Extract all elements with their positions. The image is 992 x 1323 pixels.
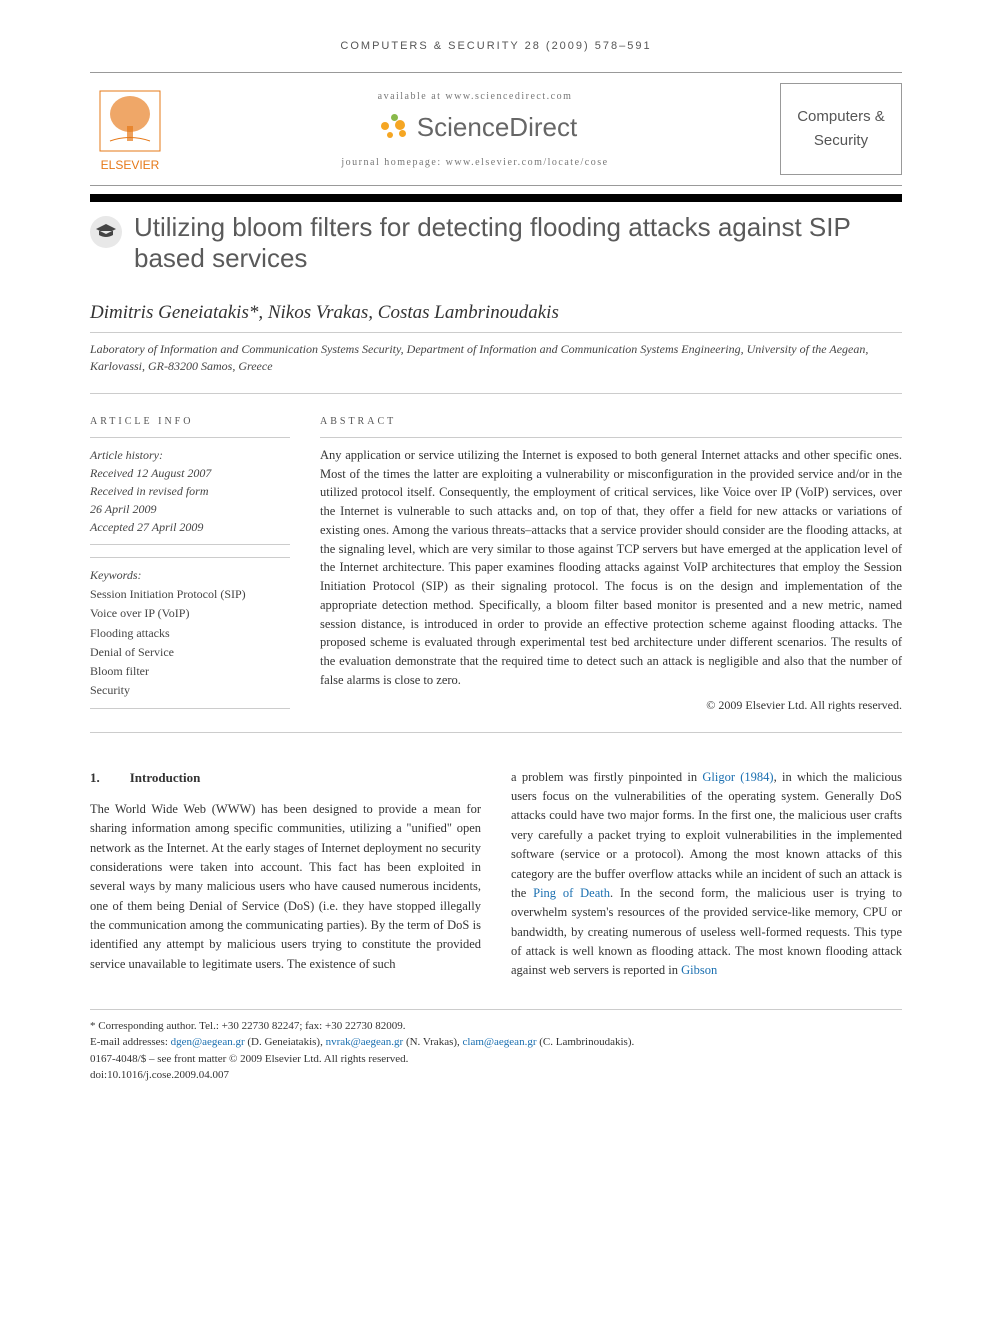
authors: Dimitris Geneiatakis*, Nikos Vrakas, Cos… — [90, 302, 902, 333]
reference-link[interactable]: Ping of Death — [533, 886, 610, 900]
abstract-column: ABSTRACT Any application or service util… — [320, 416, 902, 714]
article-info-heading: ARTICLE INFO — [90, 416, 290, 427]
elsevier-tree-icon — [95, 86, 165, 156]
keyword-item: Denial of Service — [90, 643, 290, 662]
revised-line1: Received in revised form — [90, 482, 290, 500]
email-link[interactable]: dgen@aegean.gr — [171, 1036, 245, 1048]
keyword-item: Voice over IP (VoIP) — [90, 604, 290, 623]
title-bar — [90, 194, 902, 202]
doi-line: doi:10.1016/j.cose.2009.04.007 — [90, 1067, 902, 1084]
email-link[interactable]: nvrak@aegean.gr — [326, 1036, 404, 1048]
keyword-item: Security — [90, 681, 290, 700]
keyword-item: Bloom filter — [90, 662, 290, 681]
keywords-block: Keywords: Session Initiation Protocol (S… — [90, 557, 290, 709]
journal-homepage: journal homepage: www.elsevier.com/locat… — [185, 157, 765, 168]
keyword-item: Flooding attacks — [90, 624, 290, 643]
running-head: computers & security 28 (2009) 578–591 — [90, 40, 902, 52]
revised-line2: 26 April 2009 — [90, 500, 290, 518]
email-link[interactable]: clam@aegean.gr — [463, 1036, 537, 1048]
article-info-column: ARTICLE INFO Article history: Received 1… — [90, 416, 290, 714]
affiliation: Laboratory of Information and Communicat… — [90, 341, 902, 394]
received-date: Received 12 August 2007 — [90, 464, 290, 482]
keyword-item: Session Initiation Protocol (SIP) — [90, 585, 290, 604]
keywords-label: Keywords: — [90, 566, 290, 585]
section-title: Introduction — [130, 770, 201, 785]
article-history: Article history: Received 12 August 2007… — [90, 437, 290, 545]
graduation-cap-icon — [90, 216, 122, 248]
email-addresses: E-mail addresses: dgen@aegean.gr (D. Gen… — [90, 1034, 902, 1051]
body-text: , in which the malicious users focus on … — [511, 770, 902, 900]
journal-header: ELSEVIER available at www.sciencedirect.… — [90, 72, 902, 186]
body-column-left: 1. Introduction The World Wide Web (WWW) … — [90, 768, 481, 981]
sciencedirect-icon — [373, 112, 411, 142]
body-text: a problem was firstly pinpointed in — [511, 770, 702, 784]
sciencedirect-brand: ScienceDirect — [185, 112, 765, 143]
availability-text: available at www.sciencedirect.com — [185, 91, 765, 102]
journal-title-box: Computers & Security — [780, 83, 902, 175]
history-label: Article history: — [90, 446, 290, 464]
section-number: 1. — [90, 770, 100, 785]
section-heading: 1. Introduction — [90, 768, 481, 788]
citation-link[interactable]: Gligor (1984) — [702, 770, 773, 784]
body-columns: 1. Introduction The World Wide Web (WWW) … — [90, 768, 902, 981]
abstract-text: Any application or service utilizing the… — [320, 437, 902, 714]
footnote-block: * Corresponding author. Tel.: +30 22730 … — [90, 1009, 902, 1084]
issn-line: 0167-4048/$ – see front matter © 2009 El… — [90, 1051, 902, 1068]
body-column-right: a problem was firstly pinpointed in Glig… — [511, 768, 902, 981]
body-paragraph: The World Wide Web (WWW) has been design… — [90, 800, 481, 974]
abstract-copyright: © 2009 Elsevier Ltd. All rights reserved… — [320, 696, 902, 714]
sciencedirect-text: ScienceDirect — [417, 112, 577, 143]
citation-link[interactable]: Gibson — [681, 963, 717, 977]
elsevier-logo: ELSEVIER — [90, 86, 170, 172]
article-title: Utilizing bloom filters for detecting fl… — [134, 212, 902, 274]
corresponding-author: * Corresponding author. Tel.: +30 22730 … — [90, 1018, 902, 1035]
publisher-name: ELSEVIER — [101, 158, 160, 172]
abstract-heading: ABSTRACT — [320, 416, 902, 427]
accepted-date: Accepted 27 April 2009 — [90, 518, 290, 536]
